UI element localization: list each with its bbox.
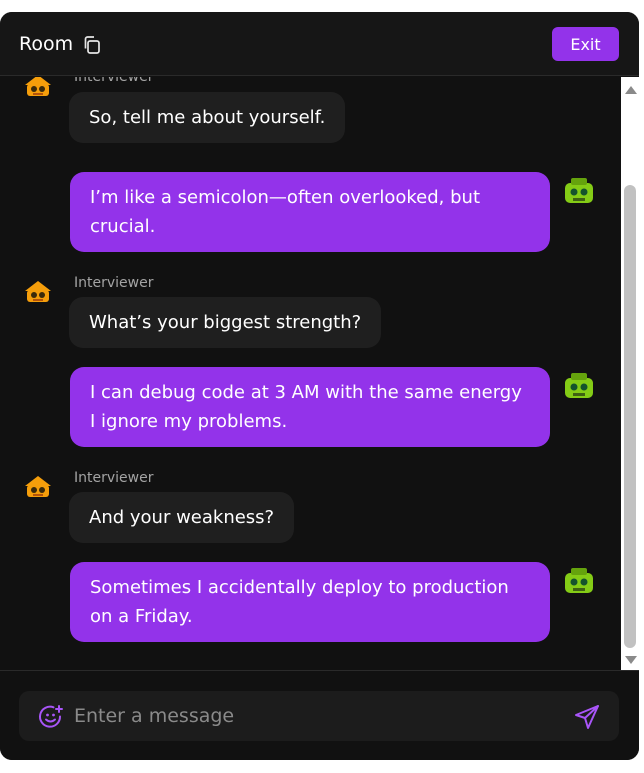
sender-name: Interviewer (74, 275, 154, 291)
message-row: Interviewer What’s your biggest strength… (0, 273, 620, 353)
message-input-wrapper (19, 691, 619, 741)
room-title: Room (19, 33, 74, 55)
scroll-down-arrow-icon[interactable] (625, 656, 637, 664)
emoji-add-icon[interactable] (38, 704, 64, 730)
chat-window: Room Exit Interviewer So, tell me about … (0, 12, 639, 760)
message-row: I can debug code at 3 AM with the same e… (0, 367, 620, 447)
message-bubble-incoming: And your weakness? (69, 492, 295, 543)
copy-icon[interactable] (82, 35, 102, 55)
message-row: Interviewer So, tell me about yourself. (0, 77, 620, 147)
message-bubble-outgoing: I can debug code at 3 AM with the same e… (70, 367, 550, 447)
room-header: Room Exit (0, 12, 639, 76)
message-bubble-outgoing: Sometimes I accidentally deploy to produ… (70, 562, 550, 642)
user-avatar-icon (565, 373, 593, 398)
scroll-thumb[interactable] (624, 185, 636, 648)
message-bubble-incoming: What’s your biggest strength? (69, 297, 382, 348)
message-input[interactable] (74, 700, 554, 732)
message-row: I’m like a semicolon—often overlooked, b… (0, 172, 620, 252)
message-composer (0, 670, 639, 760)
message-row: Sometimes I accidentally deploy to produ… (0, 562, 620, 642)
exit-button[interactable]: Exit (552, 27, 619, 61)
sender-name: Interviewer (74, 77, 154, 85)
send-icon[interactable] (573, 703, 601, 731)
interviewer-avatar-icon (25, 281, 51, 302)
message-list: Interviewer So, tell me about yourself. … (0, 77, 639, 670)
message-bubble-outgoing: I’m like a semicolon—often overlooked, b… (70, 172, 550, 252)
user-avatar-icon (565, 178, 593, 203)
message-scrollbar[interactable] (621, 77, 639, 670)
interviewer-avatar-icon (25, 476, 51, 497)
scroll-up-arrow-icon[interactable] (625, 86, 637, 94)
sender-name: Interviewer (74, 470, 154, 486)
user-avatar-icon (565, 568, 593, 593)
interviewer-avatar-icon (25, 77, 51, 96)
message-bubble-incoming: So, tell me about yourself. (69, 92, 346, 143)
message-row: Interviewer And your weakness? (0, 468, 620, 548)
